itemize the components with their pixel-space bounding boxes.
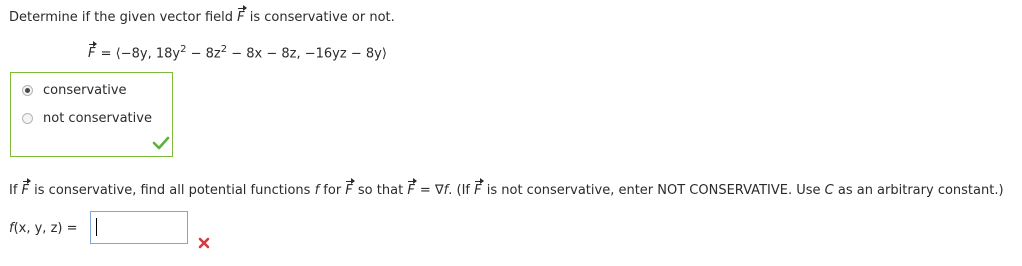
text-cursor <box>96 218 97 236</box>
instr-part-7: is not conservative, enter NOT CONSERVAT… <box>482 183 825 198</box>
vector-f-symbol: F <box>21 178 32 198</box>
instr-part-3: for <box>319 183 346 198</box>
choice-not-conservative[interactable]: not conservative <box>22 111 152 126</box>
answer-label: f(x, y, z) = <box>9 221 78 236</box>
vf-equals: = <box>96 46 116 62</box>
radio-conservative[interactable] <box>22 85 33 96</box>
answer-label-args: (x, y, z) = <box>13 221 78 236</box>
choices-panel: conservative not conservative <box>10 72 173 157</box>
check-mark-icon <box>152 136 170 150</box>
choice-conservative[interactable]: conservative <box>22 83 127 98</box>
question-text: Determine if the given vector field F is… <box>9 5 395 25</box>
vector-f-lhs: F <box>88 41 99 62</box>
vf-component-2: − 8z <box>186 46 221 62</box>
instruction-text: If F is conservative, find all potential… <box>9 178 1004 198</box>
x-mark-icon <box>198 237 210 249</box>
vector-f-symbol: F <box>407 178 418 198</box>
vf-component-1: −8y, 18y <box>120 46 181 62</box>
vector-f-symbol: F <box>345 178 356 198</box>
instr-constant: C <box>824 183 834 198</box>
vf-component-3: − 8x − 8z, −16yz − 8y <box>227 46 382 62</box>
vector-f-symbol: F <box>237 5 248 25</box>
potential-function-input[interactable] <box>90 211 188 244</box>
radio-not-conservative[interactable] <box>22 113 33 124</box>
question-suffix: is conservative or not. <box>245 10 395 25</box>
instr-part-5: = ∇ <box>415 183 444 198</box>
instr-part-8: as an arbitrary constant.) <box>833 183 1004 198</box>
vector-field-expression: F = ⟨−8y, 18y2 − 8z2 − 8x − 8z, −16yz − … <box>88 41 387 62</box>
instr-part-2: is conservative, find all potential func… <box>30 183 315 198</box>
instr-part-4: so that <box>353 183 408 198</box>
vf-close-bracket: ⟩ <box>381 46 387 62</box>
choice-not-conservative-label: not conservative <box>43 111 152 126</box>
choice-conservative-label: conservative <box>43 83 127 98</box>
instr-part-6: . (If <box>448 183 475 198</box>
question-prefix: Determine if the given vector field <box>9 10 238 25</box>
instr-part-1: If <box>9 183 22 198</box>
vector-f-symbol: F <box>474 178 485 198</box>
